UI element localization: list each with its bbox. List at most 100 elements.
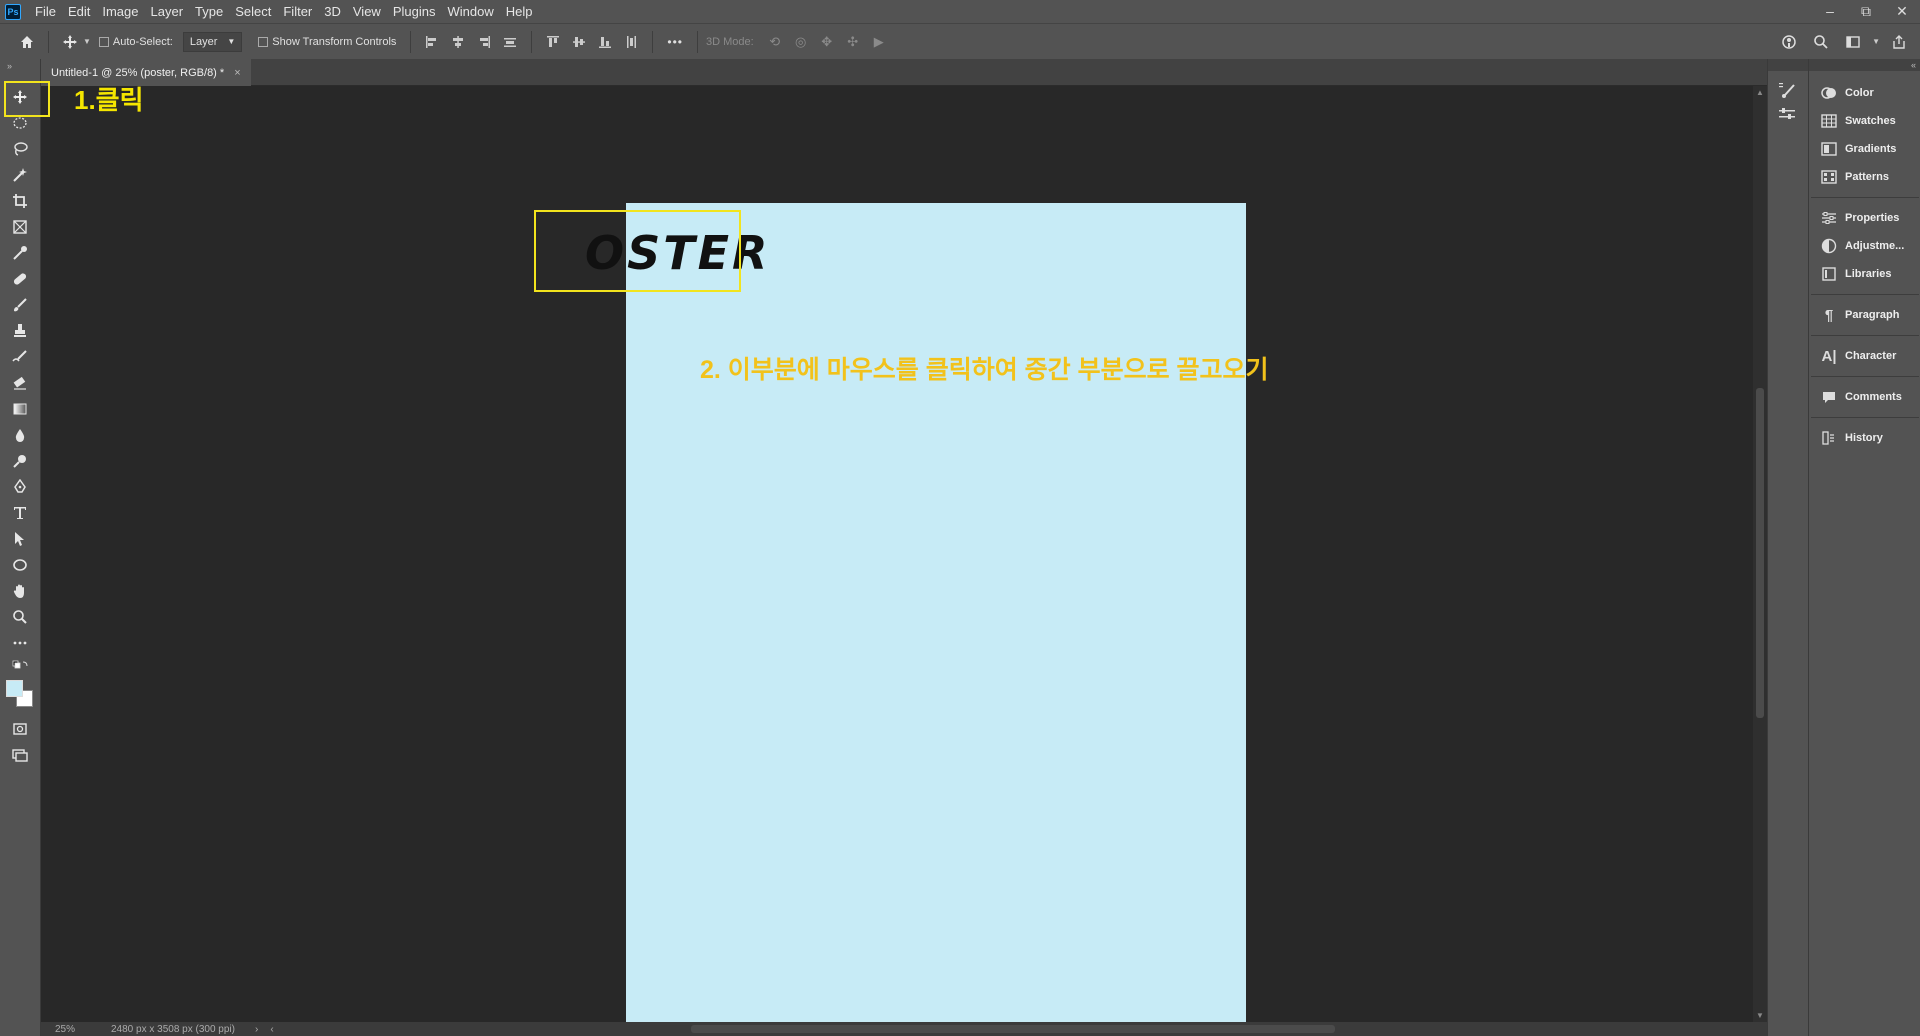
gradient-tool-icon[interactable] <box>8 398 32 420</box>
healing-brush-tool-icon[interactable] <box>8 268 32 290</box>
dodge-tool-icon[interactable] <box>8 450 32 472</box>
3d-roll-icon[interactable]: ◎ <box>788 29 814 55</box>
lasso-tool-icon[interactable] <box>8 138 32 160</box>
chevron-down-icon[interactable]: ▼ <box>83 37 91 46</box>
panel-adjustments[interactable]: Adjustme... <box>1809 233 1920 259</box>
eyedropper-tool-icon[interactable] <box>8 242 32 264</box>
align-left-icon[interactable] <box>419 29 445 55</box>
align-center-icon[interactable] <box>445 29 471 55</box>
color-swatches[interactable] <box>6 680 34 708</box>
blur-tool-icon[interactable] <box>8 424 32 446</box>
zoom-level[interactable]: 25% <box>41 1024 91 1035</box>
menu-image[interactable]: Image <box>96 0 144 23</box>
panel-properties[interactable]: Properties <box>1809 205 1920 231</box>
vertical-scrollbar[interactable]: ▲ ▼ <box>1753 86 1767 1022</box>
show-transform-checkbox[interactable] <box>258 36 269 47</box>
panel-libraries[interactable]: Libraries <box>1809 261 1920 287</box>
tool-presets-icon[interactable] <box>1778 107 1796 130</box>
menu-edit[interactable]: Edit <box>62 0 96 23</box>
menu-3d[interactable]: 3D <box>318 0 347 23</box>
menu-filter[interactable]: Filter <box>277 0 318 23</box>
panel-patterns[interactable]: Patterns <box>1809 164 1920 190</box>
auto-select-value: Layer <box>189 35 218 48</box>
close-button[interactable]: ✕ <box>1884 0 1920 23</box>
crop-tool-icon[interactable] <box>8 190 32 212</box>
panel-swatches[interactable]: Swatches <box>1809 108 1920 134</box>
hand-tool-icon[interactable] <box>8 580 32 602</box>
vertical-scroll-thumb[interactable] <box>1756 388 1764 718</box>
type-tool-icon[interactable] <box>8 502 32 524</box>
menu-type[interactable]: Type <box>189 0 229 23</box>
swap-colors-icon[interactable] <box>8 659 32 673</box>
more-options-button[interactable]: ••• <box>667 35 683 49</box>
frame-tool-icon[interactable] <box>8 216 32 238</box>
quick-mask-icon[interactable] <box>8 718 32 740</box>
minimize-button[interactable]: – <box>1812 0 1848 23</box>
options-right-group: ▼ <box>1776 29 1912 55</box>
scroll-down-icon[interactable]: ▼ <box>1756 1011 1764 1020</box>
canvas-workspace[interactable] <box>41 86 1753 1036</box>
chevron-down-icon[interactable]: ▼ <box>1872 29 1880 55</box>
document-canvas[interactable] <box>626 203 1246 1036</box>
menu-view[interactable]: View <box>347 0 387 23</box>
tab-close-icon[interactable]: × <box>234 67 240 79</box>
workspace-icon[interactable] <box>1840 29 1866 55</box>
3d-camera-icon[interactable]: ▶ <box>866 29 892 55</box>
step1-annotation: 1.클릭 <box>74 85 144 115</box>
align-right-icon[interactable] <box>471 29 497 55</box>
status-menu-arrow[interactable]: › <box>255 1024 258 1035</box>
panel-paragraph[interactable]: ¶ Paragraph <box>1809 302 1920 328</box>
zoom-tool-icon[interactable] <box>8 606 32 628</box>
separator <box>48 30 49 53</box>
scroll-up-icon[interactable]: ▲ <box>1756 88 1764 97</box>
hscroll-left-icon[interactable]: ‹ <box>270 1024 273 1035</box>
auto-select-checkbox[interactable] <box>98 36 109 47</box>
learn-icon[interactable] <box>1776 29 1802 55</box>
search-icon[interactable] <box>1808 29 1834 55</box>
align-bottom-icon[interactable] <box>592 29 618 55</box>
3d-pan-icon[interactable]: ✥ <box>814 29 840 55</box>
menu-window[interactable]: Window <box>441 0 499 23</box>
screen-mode-icon[interactable] <box>8 744 32 766</box>
foreground-color-swatch[interactable] <box>6 680 23 697</box>
menu-bar: Ps File Edit Image Layer Type Select Fil… <box>0 0 1920 23</box>
menu-file[interactable]: File <box>29 0 62 23</box>
menu-plugins[interactable]: Plugins <box>387 0 442 23</box>
3d-orbit-icon[interactable]: ⟲ <box>762 29 788 55</box>
panel-history[interactable]: History <box>1809 425 1920 451</box>
menu-layer[interactable]: Layer <box>145 0 190 23</box>
collapse-panel-icon[interactable]: » <box>0 59 40 73</box>
adjustment-circle-icon <box>1821 238 1837 254</box>
options-bar: ▼ Auto-Select: Layer ▼ Show Transform Co… <box>0 23 1920 59</box>
home-icon[interactable] <box>14 29 40 55</box>
distribute-horizontal-icon[interactable] <box>497 29 523 55</box>
restore-button[interactable]: ⧉ <box>1848 0 1884 23</box>
align-middle-icon[interactable] <box>566 29 592 55</box>
move-tool-preset-icon[interactable] <box>57 29 83 55</box>
document-tab[interactable]: Untitled-1 @ 25% (poster, RGB/8) * × <box>41 59 251 86</box>
magic-wand-tool-icon[interactable] <box>8 164 32 186</box>
align-top-icon[interactable] <box>540 29 566 55</box>
path-selection-tool-icon[interactable] <box>8 528 32 550</box>
panel-comments[interactable]: Comments <box>1809 384 1920 410</box>
distribute-vertical-icon[interactable] <box>618 29 644 55</box>
menu-select[interactable]: Select <box>229 0 277 23</box>
edit-toolbar-icon[interactable] <box>8 632 32 654</box>
share-icon[interactable] <box>1886 29 1912 55</box>
auto-select-dropdown[interactable]: Layer ▼ <box>182 31 243 52</box>
brush-settings-icon[interactable] <box>1778 81 1796 104</box>
brush-tool-icon[interactable] <box>8 294 32 316</box>
history-brush-tool-icon[interactable] <box>8 346 32 368</box>
panel-gradients[interactable]: Gradients <box>1809 136 1920 162</box>
horizontal-scroll-thumb[interactable] <box>691 1025 1335 1033</box>
panel-character[interactable]: A| Character <box>1809 343 1920 369</box>
panel-color[interactable]: Color <box>1809 80 1920 106</box>
menu-help[interactable]: Help <box>500 0 539 23</box>
panel-dock: « Color Swatches Gradients Patterns Prop… <box>1808 59 1920 1036</box>
stamp-tool-icon[interactable] <box>8 320 32 342</box>
ellipse-tool-icon[interactable] <box>8 554 32 576</box>
collapse-dock-icon[interactable]: « <box>1809 59 1920 71</box>
pen-tool-icon[interactable] <box>8 476 32 498</box>
eraser-tool-icon[interactable] <box>8 372 32 394</box>
3d-slide-icon[interactable]: ✣ <box>840 29 866 55</box>
